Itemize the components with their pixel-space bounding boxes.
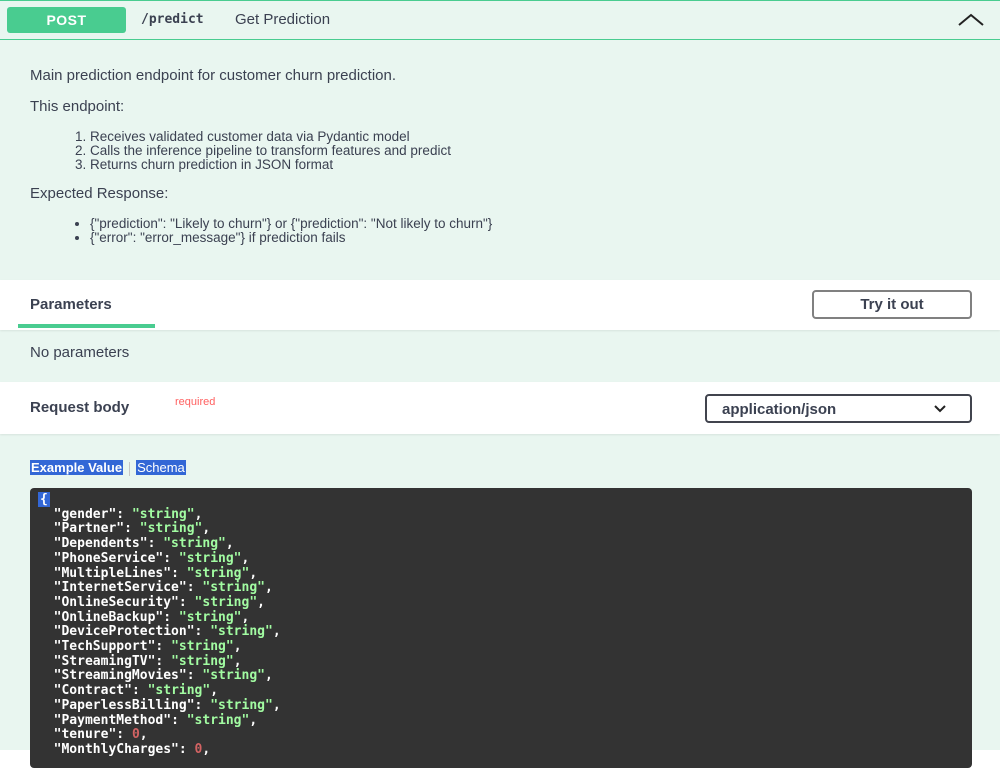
- code-key: "gender": [53, 506, 117, 522]
- code-value: "string": [178, 609, 242, 625]
- endpoint-path: /predict: [141, 12, 204, 27]
- code-value: "string": [202, 580, 265, 596]
- code-line: "PaymentMethod": "string",: [53, 712, 258, 728]
- tab-divider: [129, 461, 131, 476]
- code-key: "PaymentMethod": [53, 712, 172, 728]
- code-value: "string": [147, 683, 211, 699]
- code-key: "Partner": [53, 521, 125, 537]
- description-endpoint-heading: This endpoint:: [30, 98, 125, 115]
- code-line: {: [38, 492, 964, 508]
- method-badge: POST: [7, 7, 126, 33]
- tab-schema[interactable]: Schema: [136, 460, 186, 475]
- no-parameters-text: No parameters: [30, 344, 130, 361]
- code-key: "PhoneService": [53, 550, 164, 566]
- code-line: "InternetService": "string",: [53, 580, 273, 596]
- chevron-up-icon[interactable]: [956, 9, 986, 31]
- list-item: Receives validated customer data via Pyd…: [90, 130, 451, 144]
- description-intro: Main prediction endpoint for customer ch…: [30, 67, 397, 84]
- code-key: "PaperlessBilling": [53, 697, 195, 713]
- code-line: "PhoneService": "string",: [53, 550, 250, 566]
- required-label: required: [175, 396, 216, 408]
- code-line: "StreamingMovies": "string",: [53, 668, 273, 684]
- chevron-down-icon: [933, 402, 947, 416]
- code-key: "InternetService": [53, 580, 187, 596]
- code-key: "MultipleLines": [53, 565, 172, 581]
- example-tabs: Example Value Schema: [30, 460, 186, 476]
- request-body-title: Request body: [30, 399, 130, 416]
- code-key: "Dependents": [53, 536, 148, 552]
- code-value: "string": [210, 624, 273, 640]
- description-response-heading: Expected Response:: [30, 185, 169, 202]
- operation-summary[interactable]: POST /predict Get Prediction: [0, 1, 1000, 40]
- code-line: "Dependents": "string",: [53, 536, 234, 552]
- code-line: "TechSupport": "string",: [53, 639, 242, 655]
- code-value: 0: [131, 727, 140, 743]
- list-item: Calls the inference pipeline to transfor…: [90, 144, 451, 158]
- responses-list: {"prediction": "Likely to churn"} or {"p…: [30, 217, 492, 245]
- code-line: "OnlineSecurity": "string",: [53, 594, 265, 610]
- code-key: "StreamingMovies": [53, 668, 187, 684]
- request-body-header: Request body required application/json: [0, 382, 1000, 434]
- try-it-out-button[interactable]: Try it out: [812, 290, 972, 319]
- code-key: "Contract": [53, 683, 132, 699]
- code-value: "string": [171, 653, 234, 669]
- code-value: "string": [202, 668, 265, 684]
- list-item: Returns churn prediction in JSON format: [90, 158, 451, 172]
- code-line: "OnlineBackup": "string",: [53, 609, 250, 625]
- code-key: "TechSupport": [53, 639, 156, 655]
- code-key: "DeviceProtection": [53, 624, 195, 640]
- example-code-block[interactable]: { "gender": "string", "Partner": "string…: [30, 488, 972, 768]
- list-item: {"prediction": "Likely to churn"} or {"p…: [90, 217, 492, 231]
- code-value: "string": [194, 594, 258, 610]
- parameters-tab-underline: [18, 324, 155, 328]
- code-lines: "gender": "string", "Partner": "string",…: [38, 506, 964, 758]
- code-value: "string": [163, 536, 226, 552]
- list-item: {"error": "error_message"} if prediction…: [90, 231, 492, 245]
- code-line: "StreamingTV": "string",: [53, 653, 242, 669]
- code-value: "string": [186, 712, 250, 728]
- code-key: "tenure": [53, 727, 117, 743]
- steps-list: Receives validated customer data via Pyd…: [30, 130, 451, 172]
- code-line: "DeviceProtection": "string",: [53, 624, 281, 640]
- code-value: "string": [171, 639, 234, 655]
- code-line: "Contract": "string",: [53, 683, 219, 699]
- parameters-header: Parameters Try it out: [0, 280, 1000, 330]
- code-line: "gender": "string",: [53, 506, 203, 522]
- code-line: "Partner": "string",: [53, 521, 211, 537]
- parameters-tab[interactable]: Parameters: [30, 296, 112, 313]
- code-line: "PaperlessBilling": "string",: [53, 697, 281, 713]
- endpoint-summary: Get Prediction: [235, 11, 331, 28]
- code-key: "MonthlyCharges": [53, 741, 179, 757]
- tab-example-value[interactable]: Example Value: [30, 460, 124, 475]
- code-key: "OnlineSecurity": [53, 594, 179, 610]
- content-type-select[interactable]: application/json: [705, 394, 972, 423]
- code-line: "MonthlyCharges": 0,: [53, 741, 211, 757]
- code-key: "OnlineBackup": [53, 609, 164, 625]
- code-value: "string": [186, 565, 250, 581]
- code-value: 0: [194, 741, 203, 757]
- code-value: "string": [139, 521, 203, 537]
- code-line: "MultipleLines": "string",: [53, 565, 258, 581]
- open-brace: {: [38, 492, 50, 507]
- code-key: "StreamingTV": [53, 653, 156, 669]
- code-value: "string": [178, 550, 242, 566]
- code-value: "string": [131, 506, 195, 522]
- code-line: "tenure": 0,: [53, 727, 148, 743]
- content-type-value: application/json: [722, 401, 837, 418]
- code-value: "string": [210, 697, 273, 713]
- operation-block: POST /predict Get Prediction Main predic…: [0, 0, 1000, 768]
